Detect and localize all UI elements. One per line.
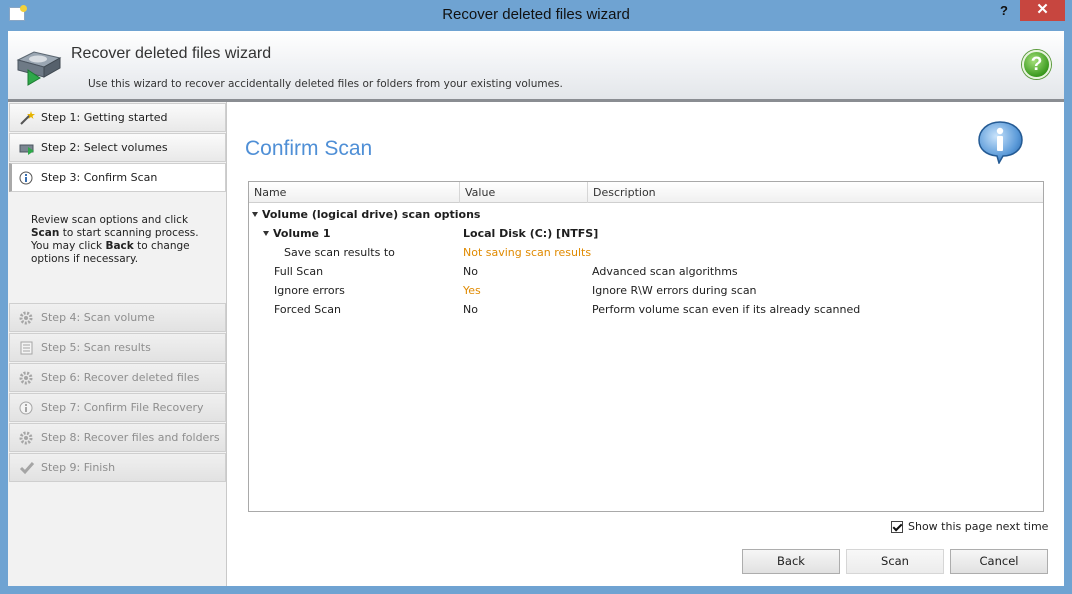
- info-icon: [19, 171, 33, 184]
- sidebar-step-6: Step 6: Recover deleted files: [9, 363, 226, 392]
- scan-button[interactable]: Scan: [846, 549, 944, 574]
- table-row[interactable]: Forced Scan No Perform volume scan even …: [249, 300, 1043, 319]
- show-page-label: Show this page next time: [908, 520, 1049, 533]
- column-header-value[interactable]: Value: [460, 182, 588, 203]
- grid-header: Name Value Description: [249, 182, 1043, 203]
- sidebar-step-3[interactable]: Step 3: Confirm Scan: [9, 163, 226, 192]
- group-row[interactable]: Volume (logical drive) scan options: [249, 205, 1043, 224]
- gear-icon: [19, 371, 33, 384]
- volume-row[interactable]: Volume 1 Local Disk (C:) [NTFS]: [249, 224, 1043, 243]
- sidebar-step-8: Step 8: Recover files and folders: [9, 423, 226, 452]
- header-title: Recover deleted files wizard: [71, 45, 272, 62]
- sidebar-step-5: Step 5: Scan results: [9, 333, 226, 362]
- table-row[interactable]: Full Scan No Advanced scan algorithms: [249, 262, 1043, 281]
- back-button[interactable]: Back: [742, 549, 840, 574]
- step-label: Step 6: Recover deleted files: [41, 371, 200, 384]
- step-label: Step 5: Scan results: [41, 341, 151, 354]
- show-page-option[interactable]: Show this page next time: [891, 520, 1048, 533]
- help-icon[interactable]: ?: [1022, 50, 1051, 79]
- step-label: Step 4: Scan volume: [41, 311, 155, 324]
- gear-icon: [19, 311, 33, 324]
- wizard-window: Recover deleted files wizard Use this wi…: [8, 31, 1064, 586]
- table-row[interactable]: Save scan results to Not saving scan res…: [249, 243, 1043, 262]
- column-header-name[interactable]: Name: [249, 182, 460, 203]
- info-bubble-icon: [978, 121, 1023, 164]
- step-description: Review scan options and click Scan to st…: [31, 214, 199, 265]
- wizard-header: Recover deleted files wizard Use this wi…: [8, 31, 1064, 102]
- wand-icon: [20, 110, 35, 125]
- step-label: Step 2: Select volumes: [41, 141, 168, 154]
- title-bar: Recover deleted files wizard ? ✕: [0, 0, 1072, 31]
- list-icon: [20, 341, 33, 354]
- scan-options-grid[interactable]: Name Value Description Volume (logical d…: [248, 181, 1044, 512]
- step-label: Step 8: Recover files and folders: [41, 431, 220, 444]
- check-icon: [19, 461, 35, 474]
- close-button[interactable]: ✕: [1020, 0, 1065, 21]
- collapse-arrow-icon[interactable]: [263, 231, 269, 236]
- info-icon: [19, 401, 33, 414]
- column-header-description[interactable]: Description: [588, 182, 1043, 203]
- page-title: Confirm Scan: [245, 137, 373, 160]
- volume-value: Local Disk (C:) [NTFS]: [463, 227, 599, 240]
- table-row[interactable]: Ignore errors Yes Ignore R\W errors duri…: [249, 281, 1043, 300]
- sidebar-step-1[interactable]: Step 1: Getting started: [9, 103, 226, 132]
- hard-drive-icon: [16, 51, 62, 86]
- gear-icon: [19, 431, 33, 444]
- step-label: Step 1: Getting started: [41, 111, 168, 124]
- show-page-checkbox[interactable]: [891, 520, 903, 533]
- collapse-arrow-icon[interactable]: [252, 212, 258, 217]
- step-label: Step 9: Finish: [41, 461, 116, 474]
- sidebar-step-7: Step 7: Confirm File Recovery: [9, 393, 226, 422]
- sidebar-step-4: Step 4: Scan volume: [9, 303, 226, 332]
- titlebar-help-button[interactable]: ?: [994, 3, 1014, 21]
- window-title: Recover deleted files wizard: [442, 6, 630, 23]
- step-label: Step 7: Confirm File Recovery: [41, 401, 204, 414]
- drive-icon: [19, 144, 34, 155]
- header-subtitle: Use this wizard to recover accidentally …: [88, 78, 563, 90]
- step-label: Step 3: Confirm Scan: [41, 171, 158, 184]
- sidebar-step-2[interactable]: Step 2: Select volumes: [9, 133, 226, 162]
- steps-sidebar: Step 1: Getting started Step 2: Select v…: [8, 102, 227, 586]
- cancel-button[interactable]: Cancel: [950, 549, 1048, 574]
- sidebar-step-9: Step 9: Finish: [9, 453, 226, 482]
